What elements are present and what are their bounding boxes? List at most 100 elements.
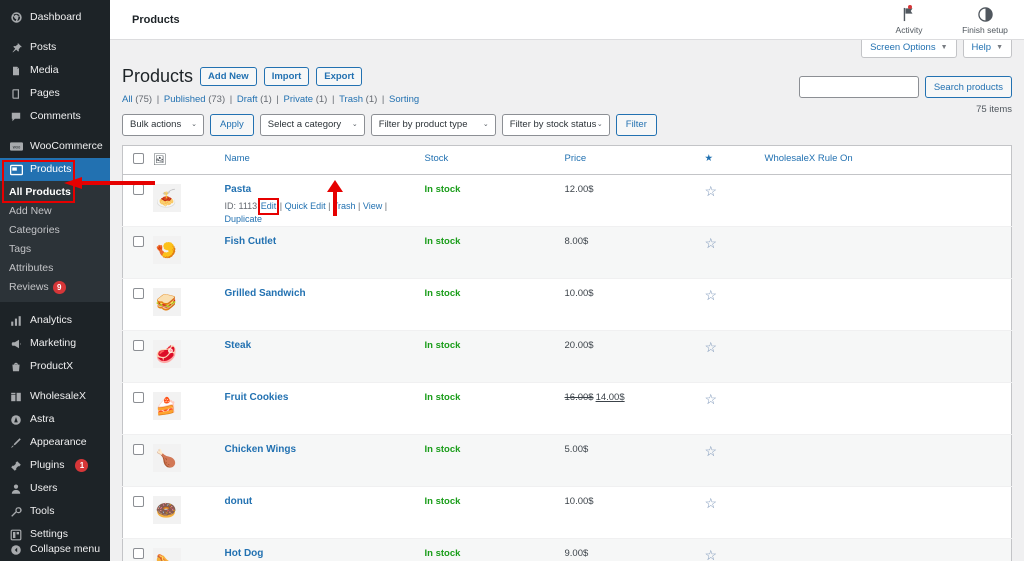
row-name-cell: Fruit Cookies <box>224 382 425 436</box>
select-all-header[interactable] <box>122 145 153 176</box>
collapse-menu-button[interactable]: Collapse menu <box>0 538 110 561</box>
sidebar-item-comments[interactable]: Comments <box>0 105 110 128</box>
status-link-sorting[interactable]: Sorting <box>389 94 419 105</box>
star-icon[interactable]: ☆ <box>705 235 718 251</box>
help-tab[interactable]: Help ▼ <box>962 40 1012 58</box>
product-name-link[interactable]: Fish Cutlet <box>225 236 425 249</box>
submenu-item-categories[interactable]: Categories <box>0 221 110 240</box>
star-icon[interactable]: ☆ <box>705 287 718 303</box>
price-header[interactable]: Price <box>564 145 705 176</box>
row-featured-cell[interactable]: ☆ <box>704 226 765 280</box>
featured-header[interactable]: ★ <box>704 145 765 176</box>
row-featured-cell[interactable]: ☆ <box>704 174 765 228</box>
product-name-link[interactable]: Fruit Cookies <box>225 392 425 405</box>
product-thumbnail[interactable]: 🍤 <box>152 236 181 265</box>
breadcrumb[interactable]: Products <box>132 14 180 26</box>
row-checkbox[interactable] <box>133 392 144 404</box>
sidebar-item-pages[interactable]: Pages <box>0 82 110 105</box>
row-checkbox[interactable] <box>133 548 144 560</box>
status-link-draft[interactable]: Draft <box>237 94 258 105</box>
bulk-actions-select[interactable]: Bulk actions ⌄ <box>122 114 204 137</box>
sidebar-item-users[interactable]: Users <box>0 477 110 500</box>
product-name-link[interactable]: Chicken Wings <box>225 444 425 457</box>
row-action-view[interactable]: View <box>363 201 382 211</box>
select-all-checkbox[interactable] <box>133 153 144 165</box>
sidebar-item-posts[interactable]: Posts <box>0 36 110 59</box>
product-thumbnail[interactable]: 🍝 <box>152 184 181 213</box>
row-select-cell[interactable] <box>122 226 153 280</box>
import-button[interactable]: Import <box>263 67 310 87</box>
filter-button[interactable]: Filter <box>615 114 657 137</box>
row-select-cell[interactable] <box>122 434 153 488</box>
submenu-item-add-new[interactable]: Add New <box>0 202 110 221</box>
apply-button[interactable]: Apply <box>210 114 254 137</box>
category-select[interactable]: Select a category ⌄ <box>259 114 365 137</box>
product-type-select[interactable]: Filter by product type ⌄ <box>370 114 496 137</box>
row-select-cell[interactable] <box>122 278 153 332</box>
product-thumbnail[interactable]: 🍗 <box>152 444 181 473</box>
name-header[interactable]: Name <box>224 145 425 176</box>
row-featured-cell[interactable]: ☆ <box>704 434 765 488</box>
row-featured-cell[interactable]: ☆ <box>704 330 765 384</box>
star-icon[interactable]: ☆ <box>705 495 718 511</box>
product-thumbnail[interactable]: 🌭 <box>152 548 181 561</box>
row-action-edit[interactable]: Edit <box>257 197 279 215</box>
export-button[interactable]: Export <box>316 67 363 87</box>
topbar-action-activity[interactable]: Activity <box>882 5 936 35</box>
row-select-cell[interactable] <box>122 538 153 561</box>
product-thumbnail[interactable]: 🍰 <box>152 392 181 421</box>
product-name-link[interactable]: Hot Dog <box>225 548 425 561</box>
product-thumbnail[interactable]: 🥪 <box>152 288 181 317</box>
row-checkbox[interactable] <box>133 340 144 352</box>
sidebar-item-tools[interactable]: Tools <box>0 500 110 523</box>
row-select-cell[interactable] <box>122 330 153 384</box>
sidebar-item-productx[interactable]: ProductX <box>0 355 110 378</box>
collapse-menu-item[interactable]: Collapse menu <box>0 538 110 561</box>
submenu-item-attributes[interactable]: Attributes <box>0 259 110 278</box>
row-checkbox[interactable] <box>133 236 144 248</box>
row-action-duplicate[interactable]: Duplicate <box>225 214 263 224</box>
product-name-link[interactable]: donut <box>225 496 425 509</box>
status-link-private[interactable]: Private <box>284 94 314 105</box>
row-checkbox[interactable] <box>133 496 144 508</box>
add-new-button[interactable]: Add New <box>200 67 257 87</box>
row-checkbox[interactable] <box>133 288 144 300</box>
stock-status-select[interactable]: Filter by stock status ⌄ <box>501 114 610 137</box>
status-link-published[interactable]: Published <box>164 94 206 105</box>
row-select-cell[interactable] <box>122 486 153 540</box>
search-products-button[interactable]: Search products <box>924 76 1012 98</box>
submenu-item-reviews[interactable]: Reviews 9 <box>0 278 110 297</box>
status-separator: | <box>227 93 235 105</box>
screen-options-tab[interactable]: Screen Options ▼ <box>861 40 957 58</box>
sidebar-item-marketing[interactable]: Marketing <box>0 332 110 355</box>
sidebar-item-astra[interactable]: Astra <box>0 408 110 431</box>
row-checkbox[interactable] <box>133 444 144 456</box>
star-icon[interactable]: ☆ <box>705 443 718 459</box>
row-action-quick-edit[interactable]: Quick Edit <box>285 201 326 211</box>
sidebar-item-plugins[interactable]: Plugins 1 <box>0 454 110 477</box>
star-icon[interactable]: ☆ <box>705 339 718 355</box>
sidebar-item-media[interactable]: Media <box>0 59 110 82</box>
search-input[interactable] <box>798 76 919 98</box>
row-featured-cell[interactable]: ☆ <box>704 382 765 436</box>
product-thumbnail[interactable]: 🥩 <box>152 340 181 369</box>
topbar-action-finish-setup[interactable]: Finish setup <box>958 6 1012 35</box>
product-thumbnail[interactable]: 🍩 <box>152 496 181 525</box>
sidebar-item-appearance[interactable]: Appearance <box>0 431 110 454</box>
product-name-link[interactable]: Grilled Sandwich <box>225 288 425 301</box>
submenu-item-tags[interactable]: Tags <box>0 240 110 259</box>
sidebar-item-woocommerce[interactable]: woo WooCommerce <box>0 135 110 158</box>
sidebar-item-analytics[interactable]: Analytics <box>0 309 110 332</box>
row-featured-cell[interactable]: ☆ <box>704 538 765 561</box>
sidebar-item-dashboard[interactable]: Dashboard <box>0 6 110 29</box>
status-link-all[interactable]: All <box>122 94 133 105</box>
row-select-cell[interactable] <box>122 382 153 436</box>
product-name-link[interactable]: Steak <box>225 340 425 353</box>
row-featured-cell[interactable]: ☆ <box>704 486 765 540</box>
star-icon[interactable]: ☆ <box>705 547 718 561</box>
star-icon[interactable]: ☆ <box>705 183 718 199</box>
row-featured-cell[interactable]: ☆ <box>704 278 765 332</box>
sidebar-item-wholesalex[interactable]: WholesaleX <box>0 385 110 408</box>
status-link-trash[interactable]: Trash <box>339 94 363 105</box>
star-icon[interactable]: ☆ <box>705 391 718 407</box>
